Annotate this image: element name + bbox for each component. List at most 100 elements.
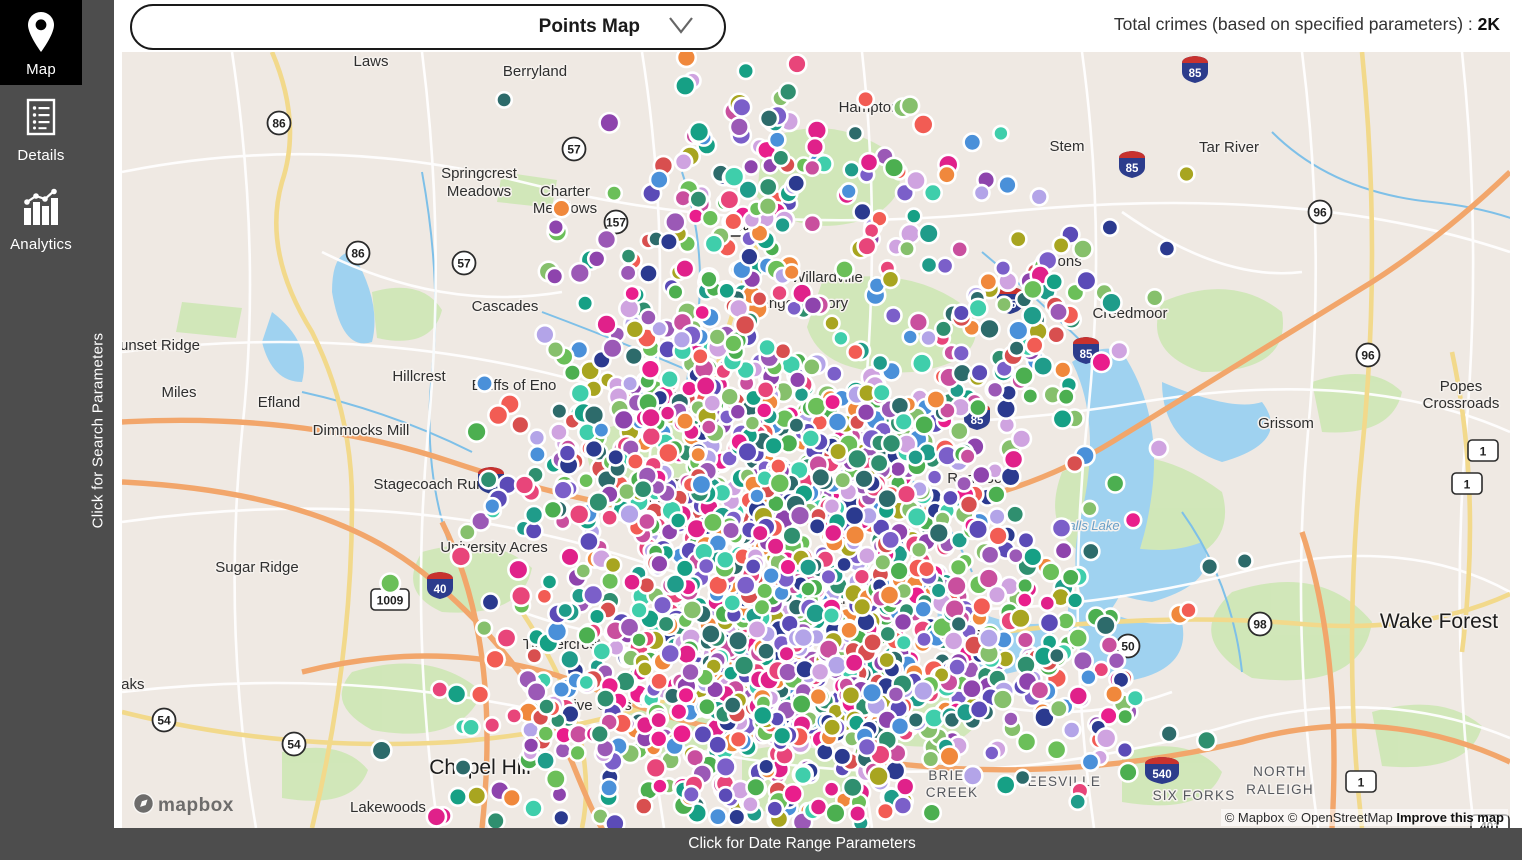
- crime-point-marker[interactable]: [496, 92, 511, 107]
- crime-point-marker[interactable]: [1017, 732, 1036, 751]
- crime-point-marker[interactable]: [661, 370, 679, 388]
- points-map[interactable]: LawsBerrylandHamptonStemTar RiverSpringc…: [122, 52, 1510, 828]
- crime-point-marker[interactable]: [735, 315, 755, 335]
- crime-point-marker[interactable]: [511, 416, 529, 434]
- crime-point-marker[interactable]: [980, 273, 997, 290]
- crime-point-marker[interactable]: [724, 697, 741, 714]
- crime-point-marker[interactable]: [794, 766, 812, 784]
- crime-point-marker[interactable]: [673, 331, 691, 349]
- crime-point-marker[interactable]: [1106, 475, 1124, 493]
- crime-point-marker[interactable]: [539, 699, 555, 715]
- crime-point-marker[interactable]: [843, 778, 862, 797]
- crime-point-marker[interactable]: [752, 525, 769, 542]
- crime-point-marker[interactable]: [862, 683, 882, 703]
- crime-point-marker[interactable]: [1117, 742, 1133, 758]
- crime-point-marker[interactable]: [895, 413, 913, 431]
- crime-point-marker[interactable]: [803, 358, 820, 375]
- crime-point-marker[interactable]: [1007, 506, 1024, 523]
- crime-point-marker[interactable]: [847, 449, 867, 469]
- crime-point-marker[interactable]: [665, 212, 685, 232]
- crime-point-marker[interactable]: [523, 737, 539, 753]
- crime-point-marker[interactable]: [597, 315, 617, 335]
- crime-point-marker[interactable]: [855, 469, 874, 488]
- crime-point-marker[interactable]: [559, 445, 576, 462]
- crime-point-marker[interactable]: [940, 746, 960, 766]
- crime-point-marker[interactable]: [467, 422, 487, 442]
- crime-point-marker[interactable]: [716, 757, 736, 777]
- crime-point-marker[interactable]: [987, 382, 1003, 398]
- crime-point-marker[interactable]: [702, 210, 719, 227]
- crime-point-marker[interactable]: [763, 567, 780, 584]
- crime-point-marker[interactable]: [970, 700, 988, 718]
- crime-point-marker[interactable]: [880, 586, 899, 605]
- crime-point-marker[interactable]: [804, 160, 820, 176]
- crime-point-marker[interactable]: [1049, 648, 1064, 663]
- crime-point-marker[interactable]: [879, 652, 895, 668]
- sidebar-item-analytics[interactable]: Analytics: [0, 175, 82, 265]
- crime-point-marker[interactable]: [683, 786, 700, 803]
- crime-point-marker[interactable]: [661, 644, 680, 663]
- sidebar-item-map[interactable]: Map: [0, 0, 82, 85]
- crime-point-marker[interactable]: [718, 787, 734, 803]
- crime-point-marker[interactable]: [804, 296, 822, 314]
- crime-point-marker[interactable]: [506, 708, 521, 723]
- crime-point-marker[interactable]: [555, 743, 571, 759]
- attribution-osm[interactable]: © OpenStreetMap: [1288, 810, 1393, 825]
- crime-point-marker[interactable]: [938, 166, 955, 183]
- search-parameters-strip[interactable]: Click for Search Parameters: [82, 0, 114, 860]
- crime-point-marker[interactable]: [811, 468, 830, 487]
- crime-point-marker[interactable]: [625, 286, 640, 301]
- crime-point-marker[interactable]: [742, 796, 758, 812]
- crime-point-marker[interactable]: [600, 779, 617, 796]
- crime-point-marker[interactable]: [923, 804, 941, 822]
- crime-point-marker[interactable]: [638, 513, 655, 530]
- crime-point-marker[interactable]: [873, 384, 891, 402]
- crime-point-marker[interactable]: [527, 648, 542, 663]
- crime-point-marker[interactable]: [834, 748, 852, 766]
- crime-point-marker[interactable]: [888, 686, 904, 702]
- crime-point-marker[interactable]: [622, 376, 638, 392]
- mapbox-logo[interactable]: mapbox: [132, 792, 234, 820]
- crime-point-marker[interactable]: [594, 422, 609, 437]
- crime-point-marker[interactable]: [716, 551, 734, 569]
- crime-point-marker[interactable]: [547, 341, 564, 358]
- crime-point-marker[interactable]: [927, 470, 942, 485]
- crime-point-marker[interactable]: [627, 453, 643, 469]
- crime-point-marker[interactable]: [754, 599, 770, 615]
- crime-point-marker[interactable]: [705, 235, 723, 253]
- crime-point-marker[interactable]: [704, 395, 721, 412]
- crime-point-marker[interactable]: [1159, 241, 1175, 257]
- crime-point-marker[interactable]: [480, 471, 497, 488]
- crime-point-marker[interactable]: [842, 686, 860, 704]
- crime-point-marker[interactable]: [561, 548, 580, 567]
- crime-point-marker[interactable]: [1069, 629, 1088, 648]
- crime-point-marker[interactable]: [918, 561, 935, 578]
- crime-point-marker[interactable]: [725, 213, 743, 231]
- crime-point-marker[interactable]: [956, 476, 971, 491]
- crime-point-marker[interactable]: [593, 642, 611, 660]
- crime-point-marker[interactable]: [515, 476, 534, 495]
- crime-point-marker[interactable]: [929, 523, 949, 543]
- crime-point-marker[interactable]: [658, 443, 678, 463]
- crime-point-marker[interactable]: [993, 690, 1013, 710]
- crime-point-marker[interactable]: [537, 589, 552, 604]
- crime-point-marker[interactable]: [558, 603, 573, 618]
- crime-point-marker[interactable]: [544, 501, 562, 519]
- crime-point-marker[interactable]: [807, 397, 826, 416]
- crime-point-marker[interactable]: [960, 495, 978, 513]
- crime-point-marker[interactable]: [911, 542, 927, 558]
- crime-point-marker[interactable]: [730, 118, 749, 137]
- crime-point-marker[interactable]: [571, 384, 590, 403]
- crime-point-marker[interactable]: [640, 309, 656, 325]
- crime-point-marker[interactable]: [668, 284, 684, 300]
- crime-point-marker[interactable]: [963, 766, 982, 785]
- crime-point-marker[interactable]: [529, 430, 545, 446]
- crime-point-marker[interactable]: [890, 461, 906, 477]
- crime-point-marker[interactable]: [650, 730, 667, 747]
- crime-point-marker[interactable]: [703, 513, 722, 532]
- crime-point-marker[interactable]: [741, 248, 759, 266]
- crime-point-marker[interactable]: [1047, 740, 1066, 759]
- crime-point-marker[interactable]: [591, 725, 609, 743]
- crime-point-marker[interactable]: [858, 738, 876, 756]
- crime-point-marker[interactable]: [677, 52, 696, 67]
